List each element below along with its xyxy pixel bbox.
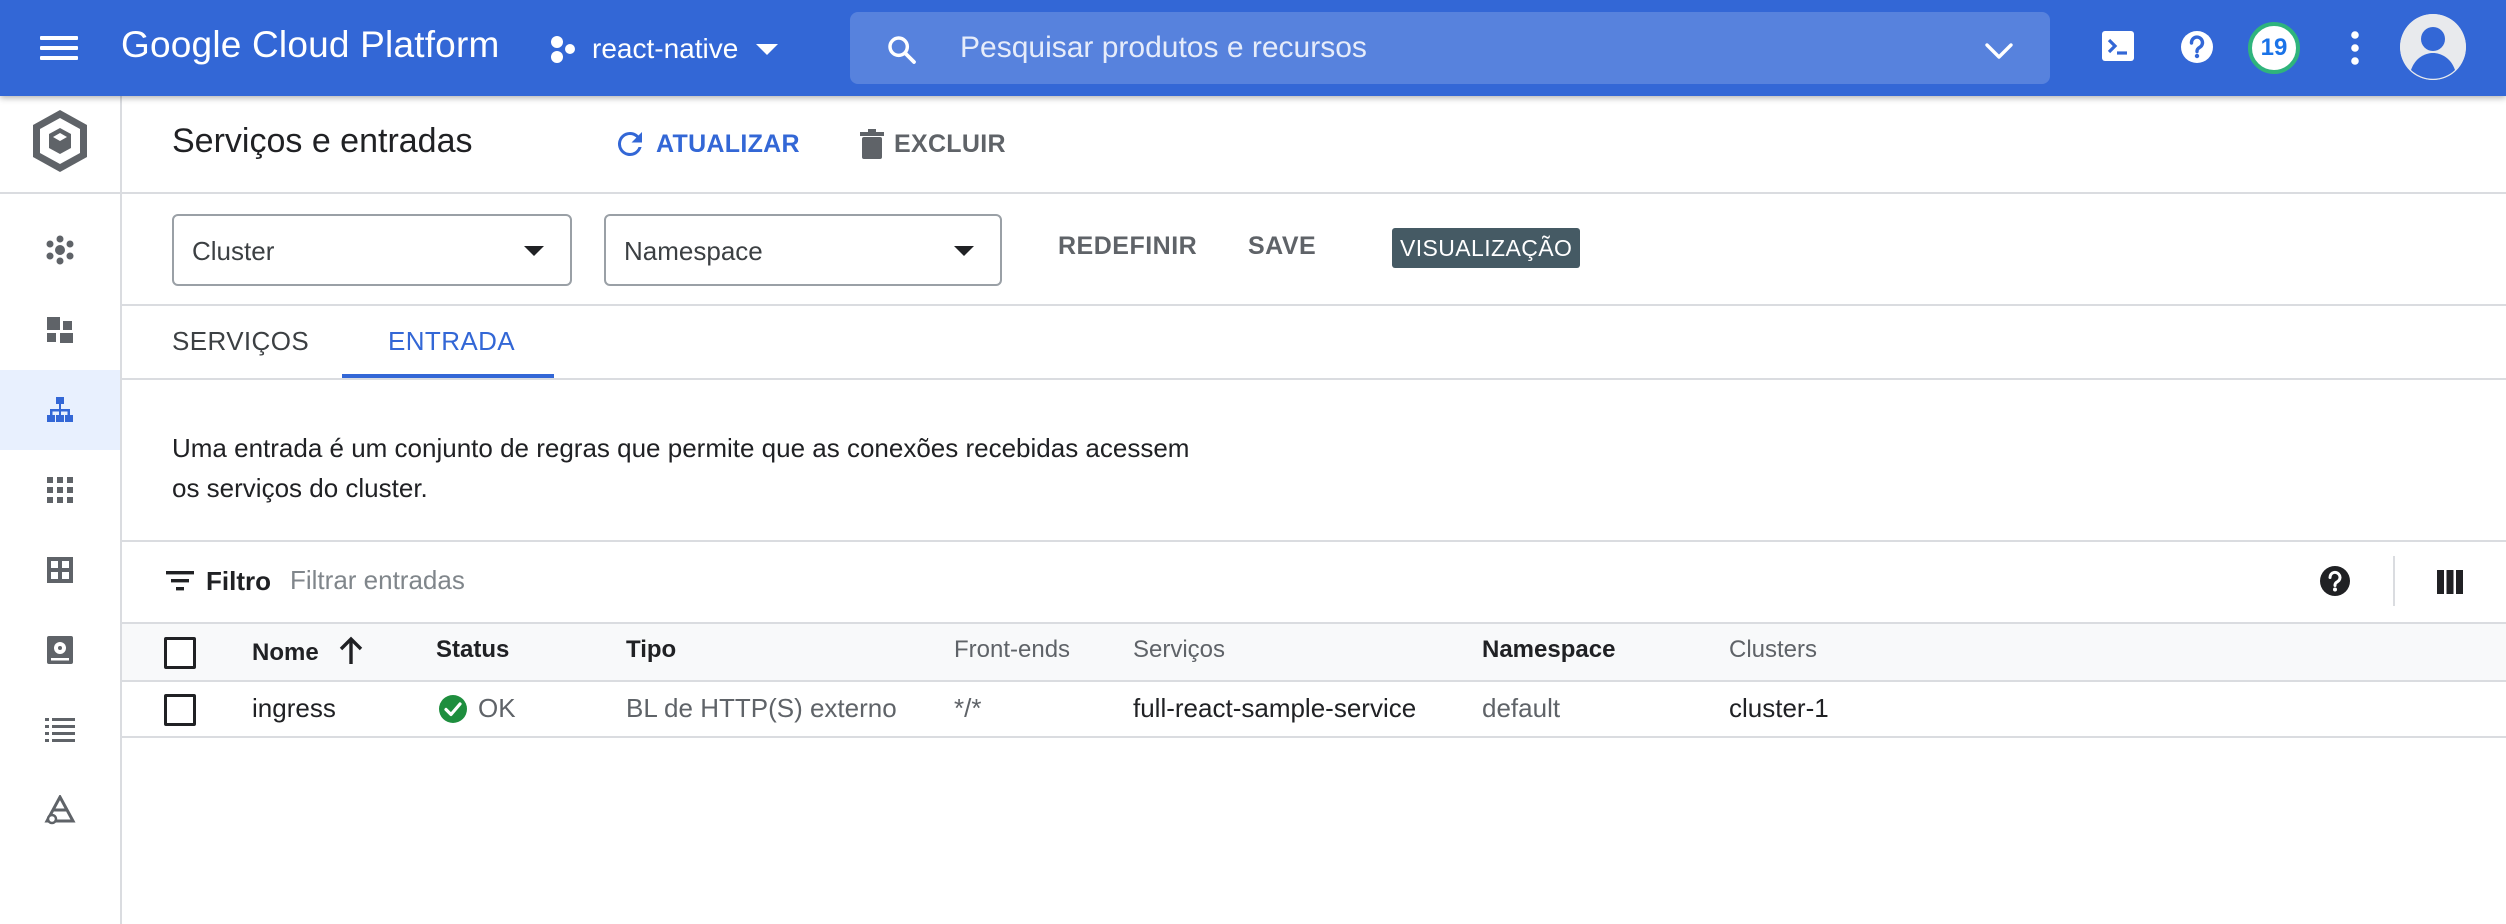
filters-divider — [122, 304, 2506, 306]
status-text: OK — [478, 693, 516, 723]
project-dots-icon — [551, 36, 575, 63]
column-header-name-label: Nome — [252, 639, 319, 666]
cell-services[interactable]: full-react-sample-service — [1133, 693, 1416, 724]
header-divider — [122, 192, 2506, 194]
status-ok-icon — [439, 694, 467, 723]
column-header-namespace[interactable]: Namespace — [1482, 636, 1615, 664]
chevron-down-icon — [756, 43, 779, 55]
select-all-checkbox[interactable] — [164, 637, 196, 669]
object-browser-icon — [45, 718, 75, 742]
marketplace-icon — [44, 795, 76, 825]
refresh-icon — [617, 131, 642, 156]
project-selector[interactable]: react-native — [548, 26, 779, 72]
save-button[interactable]: SAVE — [1248, 232, 1316, 261]
rail-item-configuration[interactable] — [0, 530, 120, 610]
column-header-frontends: Front-ends — [954, 636, 1071, 663]
column-header-status[interactable]: Status — [436, 636, 509, 664]
cluster-select[interactable]: Cluster — [172, 214, 572, 286]
cell-frontends: */* — [954, 693, 982, 723]
notifications-badge[interactable]: 19 — [2248, 22, 2300, 74]
cell-status: OK — [438, 693, 516, 724]
search-bar[interactable] — [850, 12, 2050, 84]
toolbar-separator — [2393, 556, 2395, 606]
column-header-clusters: Clusters — [1729, 636, 1818, 663]
clusters-icon — [46, 235, 74, 265]
search-input[interactable] — [960, 24, 1760, 72]
filter-input[interactable] — [290, 560, 1190, 600]
rail-divider — [0, 192, 122, 194]
column-resize-handle[interactable] — [1862, 736, 1936, 738]
avatar[interactable] — [2400, 14, 2466, 80]
dropdown-arrow-icon — [954, 246, 974, 256]
refresh-label: ATUALIZAR — [656, 129, 800, 158]
row-checkbox[interactable] — [164, 694, 196, 726]
preview-chip: VISUALIZAÇÃO — [1392, 228, 1581, 268]
column-header-type[interactable]: Tipo — [626, 636, 676, 664]
project-name: react-native — [592, 33, 739, 64]
rail-item-applications[interactable] — [0, 450, 120, 530]
filter-label: Filtro — [206, 566, 271, 596]
cluster-select-value: Cluster — [192, 236, 275, 266]
description-line-1: Uma entrada é um conjunto de regras que … — [172, 433, 1190, 463]
kubernetes-engine-logo-icon[interactable] — [27, 108, 93, 174]
cell-clusters[interactable]: cluster-1 — [1729, 693, 1829, 724]
account-icon — [2400, 14, 2466, 80]
rail-item-marketplace[interactable] — [0, 770, 120, 850]
rail-item-workloads[interactable] — [0, 290, 120, 370]
rail-item-object-browser[interactable] — [0, 690, 120, 770]
rail-item-clusters[interactable] — [0, 210, 120, 290]
storage-icon — [47, 636, 73, 664]
column-display-icon[interactable] — [2436, 568, 2464, 596]
rail-item-storage[interactable] — [0, 610, 120, 690]
top-app-bar: Google Cloud Platform react-native 19 — [0, 0, 2506, 96]
sort-ascending-icon[interactable] — [337, 636, 365, 666]
column-resize-handle[interactable] — [1862, 680, 1936, 682]
search-expand-icon[interactable] — [1984, 42, 2014, 60]
main-menu-icon[interactable] — [38, 30, 82, 66]
row-divider — [122, 736, 2506, 738]
more-vertical-icon[interactable] — [2344, 28, 2366, 68]
search-icon — [888, 36, 916, 64]
tab-ingress[interactable]: ENTRADA — [388, 326, 515, 357]
description-line-2: os serviços do cluster. — [172, 473, 428, 503]
filter-list-icon — [166, 571, 194, 591]
reset-button[interactable]: REDEFINIR — [1058, 232, 1197, 261]
cell-name[interactable]: ingress — [252, 693, 336, 724]
cloud-shell-icon[interactable] — [2100, 28, 2136, 64]
table-help-icon[interactable] — [2318, 564, 2352, 598]
brand-title[interactable]: Google Cloud Platform — [121, 24, 500, 66]
dropdown-arrow-icon — [524, 246, 544, 256]
column-header-services: Serviços — [1133, 636, 1226, 663]
rail-item-services-ingress[interactable] — [0, 370, 120, 450]
ingress-description: Uma entrada é um conjunto de regras que … — [172, 428, 1252, 508]
column-header-name[interactable]: Nome — [252, 636, 365, 667]
product-nav-rail — [0, 96, 122, 924]
namespace-select-value: Namespace — [624, 236, 763, 266]
cell-namespace: default — [1482, 693, 1561, 723]
cell-type: BL de HTTP(S) externo — [626, 693, 897, 723]
tabs-divider — [122, 378, 2506, 380]
namespace-select[interactable]: Namespace — [604, 214, 1002, 286]
workloads-icon — [47, 317, 73, 343]
applications-icon — [47, 477, 73, 503]
tab-services[interactable]: SERVIÇOS — [172, 326, 309, 357]
services-ingress-icon — [47, 397, 73, 422]
configuration-icon — [47, 557, 73, 583]
page-title: Serviços e entradas — [172, 122, 473, 160]
refresh-button[interactable]: ATUALIZAR — [612, 124, 800, 164]
delete-label: EXCLUIR — [894, 129, 1006, 158]
delete-button[interactable]: EXCLUIR — [858, 124, 1006, 164]
description-divider — [122, 540, 2506, 542]
trash-icon — [860, 129, 884, 159]
help-icon[interactable] — [2178, 28, 2216, 66]
